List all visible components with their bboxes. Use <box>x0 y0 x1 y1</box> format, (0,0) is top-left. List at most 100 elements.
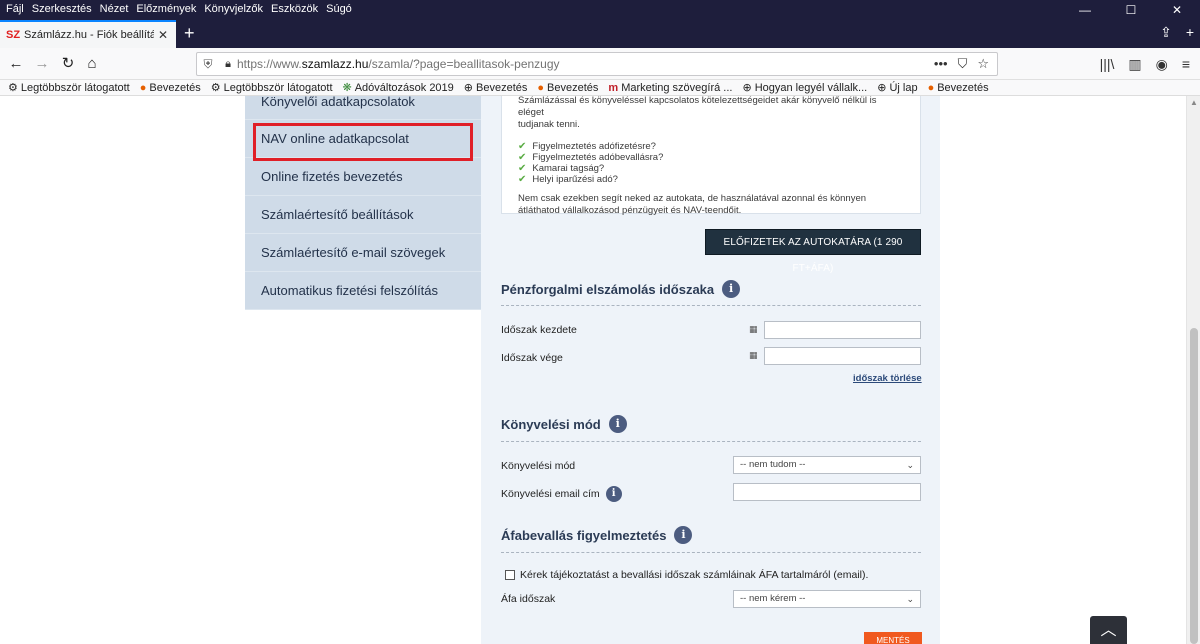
feature-list: ✔ Figyelmeztetés adófizetésre? ✔ Figyelmez… <box>518 141 904 185</box>
scroll-up-arrow-icon[interactable]: ▲ <box>1190 98 1198 107</box>
scroll-to-top-button[interactable]: ︿ <box>1090 616 1127 644</box>
close-tab-icon[interactable]: ✕ <box>158 28 168 42</box>
info-icon[interactable]: i <box>722 280 741 298</box>
firefox-icon: ● <box>139 81 147 94</box>
bookmark-item[interactable]: ⊕ Bevezetés <box>463 81 528 95</box>
page-actions-icon[interactable]: ••• <box>934 56 948 72</box>
menu-bar: Fájl Szerkesztés Nézet Előzmények Könyvj… <box>6 3 352 15</box>
home-button[interactable]: ⌂ <box>80 53 104 75</box>
vat-info-checkbox[interactable] <box>505 570 515 580</box>
scrollbar-thumb[interactable] <box>1190 328 1198 644</box>
window-controls: — ☐ ✕ <box>1062 0 1200 20</box>
window-titlebar: Fájl Szerkesztés Nézet Előzmények Könyvj… <box>0 0 1200 20</box>
divider <box>501 552 921 553</box>
bookmark-item[interactable]: m Marketing szövegírá ... <box>608 82 732 94</box>
info-outro: Nem csak ezekben segít neked az autokata… <box>518 193 867 216</box>
bookmarks-toolbar: ⚙ Legtöbbször látogatott ● Bevezetés ⚙ Legt… <box>0 80 1200 96</box>
divider <box>501 305 921 306</box>
menu-help[interactable]: Súgó <box>326 3 352 15</box>
pocket-icon[interactable]: ⛉ <box>958 56 968 72</box>
info-intro: Számlázással és könyveléssel kapcsolatos… <box>518 96 877 130</box>
accounting-mode-select[interactable]: -- nem tudom -- ⌄ <box>733 456 921 474</box>
menu-view[interactable]: Nézet <box>100 3 129 15</box>
accounting-email-label: Könyvelési email cím i <box>501 486 622 502</box>
sidebar-item-invoice-notify-settings[interactable]: Számlaértesítő beállítások <box>245 196 481 234</box>
info-icon[interactable]: i <box>608 415 627 433</box>
period-end-label: Időszak vége <box>501 352 563 364</box>
bookmark-item[interactable]: ⚙ Legtöbbször látogatott <box>210 81 333 95</box>
globe-icon: ⊕ <box>742 82 752 94</box>
autokata-info-box: Számlázással és könyveléssel kapcsolatos… <box>501 96 921 216</box>
bookmark-item[interactable]: ● Bevezetés <box>140 82 201 94</box>
bookmark-item[interactable]: ⊕ Új lap <box>877 81 917 95</box>
period-section-title: Pénzforgalmi elszámolás időszaka i <box>501 280 741 298</box>
list-item: ✔ Helyi iparűzési adó? <box>518 174 618 185</box>
menu-history[interactable]: Előzmények <box>136 3 196 15</box>
main-content: Számlázással és könyveléssel kapcsolatos… <box>481 96 940 644</box>
bookmark-item[interactable]: ❋ Adóváltozások 2019 <box>343 81 454 95</box>
globe-icon: ⊕ <box>463 82 474 94</box>
page-viewport: Könyvelői adatkapcsolatok NAV online ada… <box>0 96 1186 644</box>
lock-icon[interactable]: 🔒︎ <box>219 58 237 71</box>
forward-button[interactable]: → <box>30 53 54 75</box>
accounting-email-input[interactable] <box>733 483 921 501</box>
sidebar-item-online-payment[interactable]: Online fizetés bevezetés <box>245 158 481 196</box>
minimize-button[interactable]: — <box>1062 0 1108 20</box>
save-button[interactable]: MENTÉS <box>864 632 922 644</box>
clear-period-link[interactable]: időszak törlése <box>853 373 922 384</box>
sidebar-item-invoice-notify-emails[interactable]: Számlaértesítő e-mail szövegek <box>245 234 481 272</box>
menu-edit[interactable]: Szerkesztés <box>32 3 92 15</box>
period-end-input[interactable] <box>764 347 921 365</box>
tracking-shield-icon[interactable]: ⛨ <box>197 57 219 72</box>
hamburger-menu-icon[interactable]: ≡ <box>1182 56 1190 73</box>
back-button[interactable]: ← <box>4 53 28 75</box>
navigation-toolbar: ← → ↻ ⌂ ⛨ 🔒︎ https://www.szamlazz.hu/sza… <box>0 48 1200 80</box>
accounting-section-title: Könyvelési mód i <box>501 415 627 433</box>
library-icon[interactable]: |||\ <box>1100 56 1115 73</box>
vat-period-label: Áfa időszak <box>501 593 556 605</box>
new-tab-button[interactable]: + <box>184 24 195 42</box>
firefox-icon: ● <box>927 81 935 94</box>
gear-icon: ⚙ <box>8 82 18 94</box>
account-icon[interactable]: ◉ <box>1156 56 1168 73</box>
calendar-icon[interactable]: ▦ <box>749 324 758 335</box>
bookmark-item[interactable]: ● Bevezetés <box>928 82 989 94</box>
close-window-button[interactable]: ✕ <box>1154 0 1200 20</box>
bookmark-item[interactable]: ⊕ Hogyan legyél vállalk... <box>742 81 867 95</box>
bookmark-star-icon[interactable]: ☆ <box>977 56 989 72</box>
check-icon: ✔ <box>518 174 527 185</box>
bookmark-item[interactable]: ● Bevezetés <box>537 82 598 94</box>
subscribe-autokata-button[interactable]: ELŐFIZETEK AZ AUTOKATÁRA (1 290 FT+ÁFA) <box>705 229 921 274</box>
list-item: ✔ Figyelmeztetés adóbevallásra? <box>518 152 664 163</box>
reload-button[interactable]: ↻ <box>56 53 80 75</box>
firefox-icon: ● <box>537 81 545 94</box>
pin-icon[interactable]: ⇪ <box>1160 24 1172 41</box>
maximize-button[interactable]: ☐ <box>1108 0 1154 20</box>
menu-bookmarks[interactable]: Könyvjelzők <box>204 3 263 15</box>
sidebar-item-payment-reminder[interactable]: Automatikus fizetési felszólítás <box>245 272 481 310</box>
vat-info-checkbox-label[interactable]: Kérek tájékoztatást a bevallási időszak … <box>520 569 868 581</box>
calendar-icon[interactable]: ▦ <box>749 350 758 361</box>
sidebar-toggle-icon[interactable]: ▥ <box>1128 56 1141 73</box>
info-icon[interactable]: i <box>605 486 622 502</box>
bookmark-item[interactable]: ⚙ Legtöbbször látogatott <box>8 81 130 95</box>
url-text[interactable]: https://www.szamlazz.hu/szamla/?page=bea… <box>237 57 934 71</box>
divider <box>501 441 921 442</box>
m-icon: m <box>608 81 619 94</box>
vat-period-select[interactable]: -- nem kérem -- ⌄ <box>733 590 921 608</box>
period-start-label: Időszak kezdete <box>501 324 577 336</box>
menu-tools[interactable]: Eszközök <box>271 3 318 15</box>
tabbar-right-tools: ⇪ + <box>1160 24 1194 41</box>
url-actions: ••• ⛉ ☆ <box>934 56 997 72</box>
list-item: ✔ Figyelmeztetés adófizetésre? <box>518 141 656 152</box>
sidebar-item-accountant-connections[interactable]: Könyvelői adatkapcsolatok <box>245 96 481 120</box>
tab-active[interactable]: SZ Számlázz.hu - Fiók beállítások ✕ <box>0 20 176 48</box>
page-scrollbar[interactable]: ▲ <box>1186 96 1200 644</box>
gear-icon: ⚙ <box>210 82 221 94</box>
info-icon[interactable]: i <box>674 526 693 544</box>
new-tab-plus-icon[interactable]: + <box>1186 24 1194 41</box>
url-bar[interactable]: ⛨ 🔒︎ https://www.szamlazz.hu/szamla/?pag… <box>196 52 998 76</box>
sidebar-item-nav-online[interactable]: NAV online adatkapcsolat <box>245 120 481 158</box>
period-start-input[interactable] <box>764 321 921 339</box>
menu-file[interactable]: Fájl <box>6 3 24 15</box>
